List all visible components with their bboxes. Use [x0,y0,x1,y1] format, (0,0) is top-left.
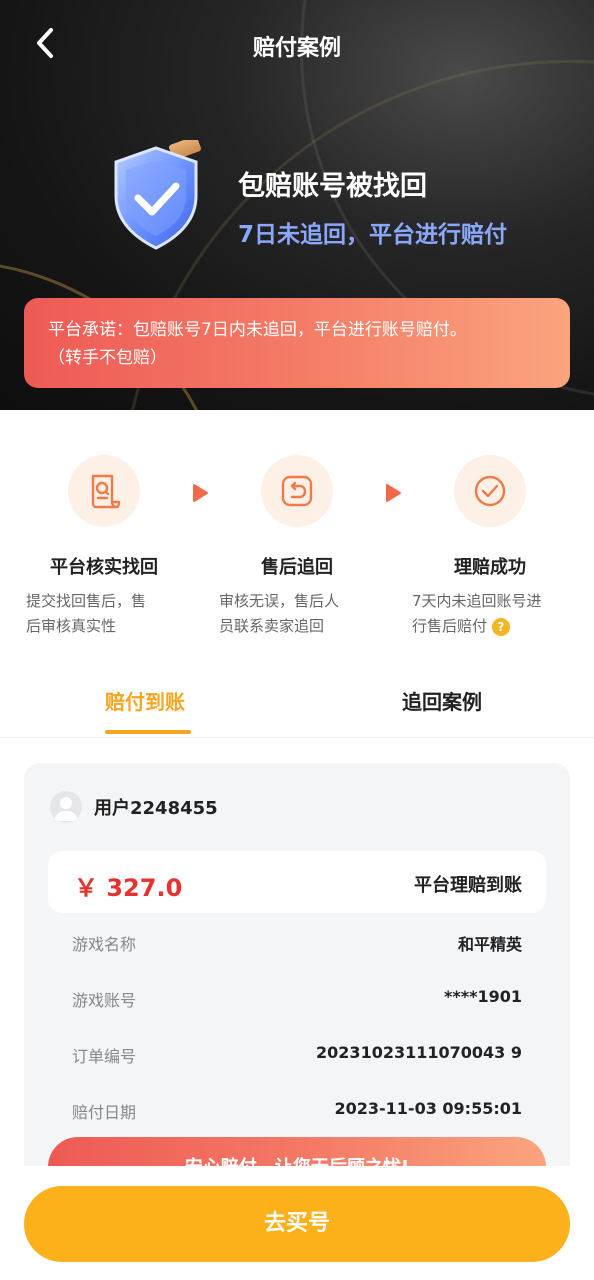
undo-icon [281,475,313,507]
promise-note: （转手不包赔） [48,348,167,368]
info-label: 游戏账号 [72,991,137,1010]
info-row-game-name: 游戏名称 和平精英 [72,931,522,961]
username: 用户2248455 [94,798,218,819]
step-description-line: 后审核真实性 [26,617,117,635]
compensation-status: 平台理赔到账 [414,875,522,896]
compensation-case-card: 用户2248455 ￥ 327.0 平台理赔到账 游戏名称 和平精英 游戏账号 … [24,763,570,1183]
info-row-order-number: 订单编号 20231023111070043 9 [72,1043,522,1073]
step-description-line: 行售后赔付 ? [412,614,580,639]
step-description: 提交找回售后，售 后审核真实性 [14,589,194,639]
shield-check-icon [114,140,201,250]
tab-recovery-cases[interactable]: 追回案例 [402,686,482,715]
bottom-action-bar: 去买号 [0,1166,594,1280]
platform-promise-banner: 平台承诺：包赔账号7日内未追回，平台进行账号赔付。 （转手不包赔） [24,298,570,388]
info-value: 20231023111070043 9 [316,1043,522,1062]
page-title: 赔付案例 [252,36,341,61]
hero-banner: 赔付案例 包赔账号被找回 7日未追回，平台进行赔付 平台承诺：包赔账号7日内未追… [0,0,594,410]
step-description: 审核无误，售后人 员联系卖家追回 [207,589,387,639]
promise-text: 平台承诺：包赔账号7日内未追回，平台进行账号赔付。 [48,320,467,340]
buy-account-button[interactable]: 去买号 [24,1186,570,1262]
step-recover: 售后追回 审核无误，售后人 员联系卖家追回 [207,455,387,639]
step-verify: 平台核实找回 提交找回售后，售 后审核真实性 [14,455,194,639]
info-value: ****1901 [444,987,522,1006]
step-icon-circle [454,455,526,527]
active-tab-indicator [105,730,191,734]
step-description-line: 员联系卖家追回 [219,617,325,635]
hero-title: 包赔账号被找回 [238,171,427,202]
document-search-icon [91,474,121,509]
step-title: 售后追回 [261,557,333,578]
compensation-amount: ￥ 327.0 [74,874,183,902]
compensation-amount-box: ￥ 327.0 平台理赔到账 [48,851,546,913]
step-icon-circle [261,455,333,527]
step-success: 理赔成功 7天内未追回账号进 行售后赔付 ? [400,455,580,639]
avatar [50,791,82,823]
info-row-game-account: 游戏账号 ****1901 [72,987,522,1017]
help-icon[interactable]: ? [491,617,510,636]
user-row: 用户2248455 [50,791,218,823]
user-icon [54,797,78,821]
check-circle-icon [474,475,506,507]
case-tabs: 赔付到账 追回案例 [0,668,594,738]
step-description-line: 审核无误，售后人 [219,592,340,610]
tab-compensation[interactable]: 赔付到账 [105,686,185,715]
info-label: 订单编号 [72,1047,137,1066]
hero-subtitle: 7日未追回，平台进行赔付 [238,222,508,248]
info-value: 2023-11-03 09:55:01 [334,1099,522,1118]
step-icon-circle [68,455,140,527]
step-description-line: 7天内未追回账号进 [412,592,542,610]
step-description-text: 行售后赔付 [412,617,488,635]
step-title: 理赔成功 [454,557,526,578]
info-value: 和平精英 [457,935,522,954]
info-label: 游戏名称 [72,935,137,954]
step-description: 7天内未追回账号进 行售后赔付 ? [400,589,580,639]
step-title: 平台核实找回 [50,557,158,578]
step-description-line: 提交找回售后，售 [26,592,147,610]
claim-process-steps: 平台核实找回 提交找回售后，售 后审核真实性 售后追回 审核无误，售后人 员联系… [0,455,594,655]
info-row-compensation-date: 赔付日期 2023-11-03 09:55:01 [72,1099,522,1129]
info-label: 赔付日期 [72,1103,137,1122]
